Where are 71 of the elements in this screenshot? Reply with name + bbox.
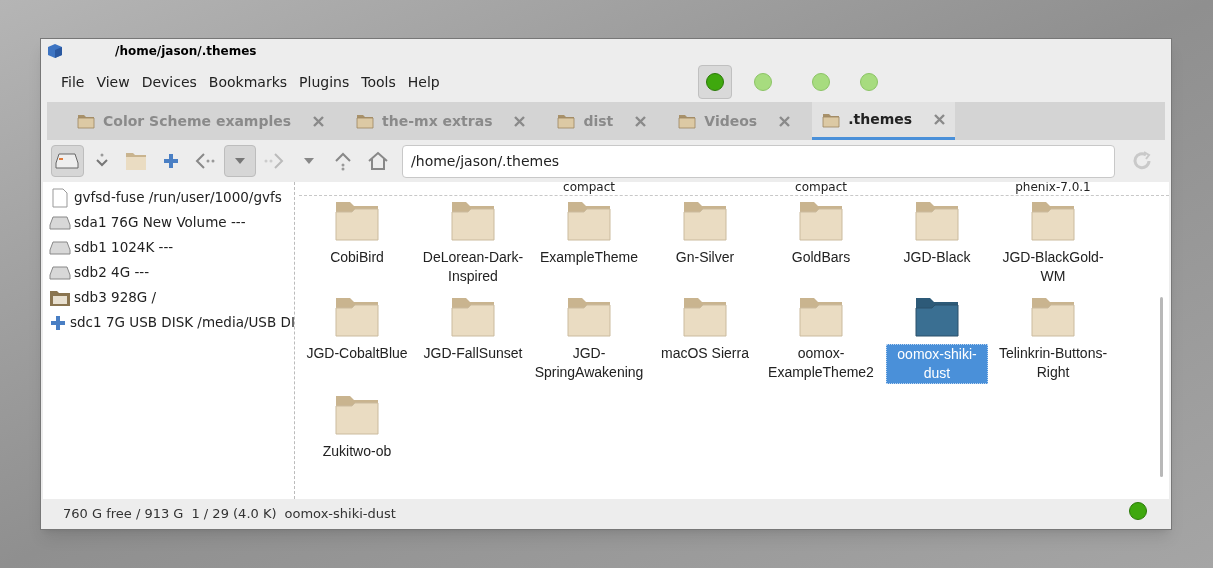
drive-icon-button[interactable] <box>51 145 84 177</box>
close-icon[interactable] <box>635 115 647 127</box>
folder-name[interactable]: GoldBars <box>764 248 878 267</box>
home-icon <box>366 151 389 171</box>
tab-label: Color Scheme examples <box>103 111 292 131</box>
folder-label: compact <box>795 182 847 195</box>
scrollbar[interactable] <box>1160 297 1163 477</box>
path-field[interactable]: /home/jason/.themes <box>402 144 1116 178</box>
drive-icon <box>49 215 71 230</box>
file-icon <box>52 187 68 208</box>
close-icon[interactable] <box>934 114 946 125</box>
menu-item[interactable]: Devices <box>135 71 203 93</box>
folder-name[interactable]: JGD-SpringAwakening <box>532 344 646 382</box>
folder-icon <box>557 113 576 129</box>
menu-item[interactable]: Help <box>401 71 446 93</box>
folder-name[interactable]: JGD-FallSunset <box>416 344 530 363</box>
drive-icon <box>55 152 80 170</box>
device-item[interactable]: gvfsd-fuse /run/user/1000/gvfs <box>74 187 282 208</box>
folder-name[interactable]: Zukitwo-ob <box>300 442 414 461</box>
app-cube-icon <box>47 42 63 59</box>
folder-name[interactable]: JGD-CobaltBlue <box>300 344 414 363</box>
up-arrow-icon <box>334 151 353 171</box>
device-item[interactable]: sdb1 1024K --- <box>74 237 174 258</box>
item-count-text: 1 / 29 (4.0 K) <box>191 505 277 524</box>
plus-icon <box>49 313 67 332</box>
folder-name[interactable]: ExampleTheme <box>532 248 646 267</box>
tab-label: the-mx extras <box>382 111 493 131</box>
menu-item[interactable]: Plugins <box>293 71 356 93</box>
menu-item[interactable]: Tools <box>355 71 402 93</box>
device-item[interactable]: sdb2 4G --- <box>74 262 149 283</box>
folder-name[interactable]: JGD-Black <box>880 248 994 267</box>
tab[interactable]: .themes <box>812 102 956 140</box>
tab-label: dist <box>583 111 614 131</box>
status-light <box>1129 502 1147 521</box>
close-icon[interactable] <box>514 115 526 127</box>
close-icon[interactable] <box>779 115 791 127</box>
drive-icon <box>49 288 71 307</box>
folder-label: phenix-7.0.1 <box>1015 182 1091 195</box>
folder-icon <box>77 113 95 129</box>
tab-label: Videos <box>704 111 758 131</box>
folder-name[interactable]: macOS Sierra <box>648 344 762 363</box>
plus-icon <box>161 152 180 170</box>
device-item[interactable]: sdc1 7G USB DISK /media/USB DI <box>70 312 294 333</box>
drive-icon <box>49 240 71 255</box>
device-item[interactable]: sda1 76G New Volume --- <box>74 212 246 233</box>
folder-name[interactable]: Telinkrin-Buttons-Right <box>996 344 1110 382</box>
tab-label: .themes <box>848 110 913 129</box>
drive-icon <box>49 265 71 280</box>
folder-name[interactable]: Gn-Silver <box>648 248 762 267</box>
forward-arrow-icon <box>263 152 286 170</box>
caret-icon <box>234 158 245 164</box>
history-dropdown-button[interactable] <box>223 145 257 177</box>
caret-icon <box>303 158 314 164</box>
folder-name[interactable]: oomox-ExampleTheme2 <box>764 344 878 382</box>
selection-text: oomox-shiki-dust <box>284 505 396 524</box>
free-space-text: 760 G free / 913 G <box>63 505 184 524</box>
device-item[interactable]: sdb3 928G / <box>74 287 157 308</box>
folder-icon <box>356 113 375 129</box>
menu-item[interactable]: View <box>90 71 136 93</box>
window-title: /home/jason/.themes <box>115 42 257 60</box>
menu-item[interactable]: Bookmarks <box>202 71 294 93</box>
menu-item[interactable]: File <box>55 71 91 93</box>
back-arrow-icon <box>194 152 217 170</box>
folder-icon <box>678 113 697 129</box>
folder-label: compact <box>563 182 615 195</box>
folder-name[interactable]: CobiBird <box>300 248 414 267</box>
folder-name[interactable]: JGD-BlackGold-WM <box>996 248 1110 286</box>
folder-icon <box>822 111 841 128</box>
close-icon[interactable] <box>313 115 325 127</box>
folder-name[interactable]: DeLorean-Dark-Inspired <box>416 248 530 286</box>
folder-icon <box>125 151 148 171</box>
